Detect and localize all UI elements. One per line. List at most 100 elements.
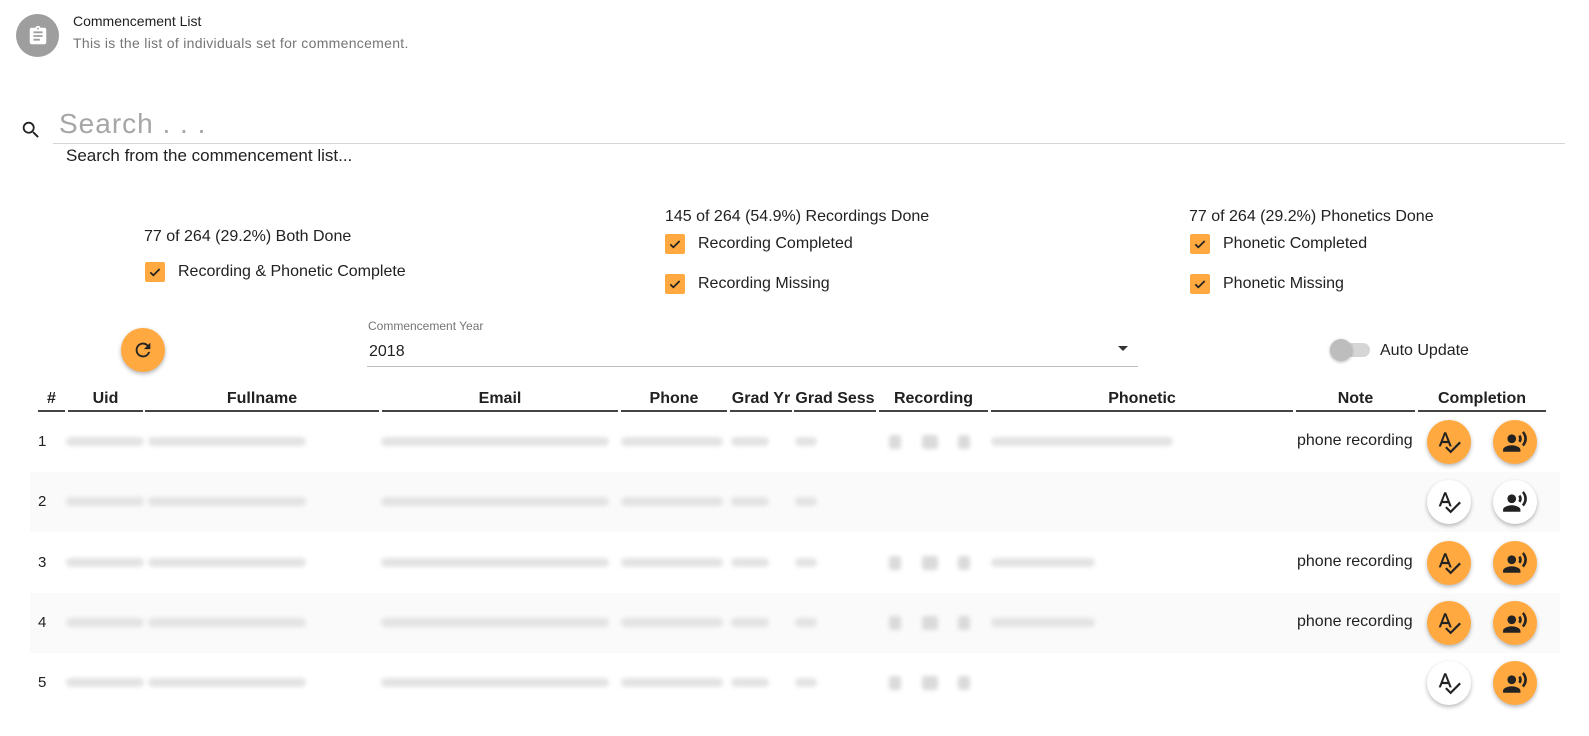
- filter-phonetic-completed[interactable]: Phonetic Completed: [1190, 234, 1367, 254]
- column-header-grad-sess: Grad Sess: [795, 390, 875, 407]
- spellcheck-icon: [1438, 553, 1461, 575]
- recording-control-icon[interactable]: [922, 556, 938, 570]
- redacted-cell: [795, 618, 817, 627]
- row-number: 4: [38, 614, 47, 631]
- filter-recording-phonetic-complete[interactable]: Recording & Phonetic Complete: [145, 262, 406, 282]
- redacted-cell: [621, 678, 723, 687]
- redacted-cell: [795, 497, 817, 506]
- redacted-cell: [731, 497, 769, 506]
- checkbox-checked-icon[interactable]: [1190, 274, 1210, 294]
- recording-control-icon[interactable]: [889, 616, 901, 630]
- phonetic-completion-button[interactable]: [1427, 541, 1471, 585]
- search-icon: [22, 121, 39, 138]
- redacted-cell: [381, 437, 609, 446]
- auto-update-toggle-thumb[interactable]: [1330, 339, 1352, 361]
- checkbox-checked-icon[interactable]: [665, 274, 685, 294]
- column-header-email: Email: [478, 390, 522, 407]
- filter-recording-missing[interactable]: Recording Missing: [665, 274, 830, 294]
- row-note: phone recording: [1297, 432, 1413, 449]
- recording-control-icon[interactable]: [889, 676, 901, 690]
- redacted-cell: [148, 497, 306, 506]
- recording-completion-button[interactable]: [1493, 480, 1537, 524]
- redacted-cell: [381, 618, 609, 627]
- redacted-cell: [621, 558, 723, 567]
- phonetic-completion-button[interactable]: [1427, 420, 1471, 464]
- record-voice-icon: [1503, 552, 1527, 573]
- recording-control-icon[interactable]: [922, 616, 938, 630]
- refresh-icon: [135, 342, 151, 358]
- redacted-cell: [795, 437, 817, 446]
- filter-label: Phonetic Completed: [1223, 235, 1368, 252]
- record-voice-icon: [1503, 612, 1527, 633]
- recording-completion-button[interactable]: [1493, 541, 1537, 585]
- redacted-cell: [66, 558, 144, 567]
- redacted-cell: [795, 558, 817, 567]
- recording-control-icon[interactable]: [958, 616, 970, 630]
- redacted-cell: [731, 437, 769, 446]
- both-done-stat: 77 of 264 (29.2%) Both Done: [144, 228, 352, 245]
- checkbox-checked-icon[interactable]: [665, 234, 685, 254]
- redacted-cell: [66, 678, 144, 687]
- phonetic-redacted: [991, 437, 1173, 446]
- spellcheck-icon: [1438, 613, 1461, 635]
- refresh-button[interactable]: [121, 328, 165, 372]
- spellcheck-icon: [1438, 492, 1461, 514]
- filter-label: Phonetic Missing: [1223, 275, 1344, 292]
- record-voice-icon: [1503, 431, 1527, 452]
- redacted-cell: [148, 437, 306, 446]
- year-select[interactable]: 2018: [369, 343, 405, 361]
- redacted-cell: [66, 497, 144, 506]
- phonetic-completion-button[interactable]: [1427, 661, 1471, 705]
- redacted-cell: [731, 618, 769, 627]
- redacted-cell: [381, 558, 609, 567]
- redacted-cell: [621, 437, 723, 446]
- redacted-cell: [381, 497, 609, 506]
- year-select-underline: [367, 366, 1138, 367]
- filter-label: Recording Missing: [698, 275, 830, 292]
- recording-completion-button[interactable]: [1493, 601, 1537, 645]
- recording-control-icon[interactable]: [922, 435, 938, 449]
- recording-control-icon[interactable]: [958, 556, 970, 570]
- column-header-grad-yr: Grad Yr: [731, 390, 791, 407]
- column-header-fullname: Fullname: [226, 390, 298, 407]
- column-header-num: #: [47, 390, 56, 407]
- phonetic-redacted: [991, 558, 1095, 567]
- filter-phonetic-missing[interactable]: Phonetic Missing: [1190, 274, 1344, 294]
- redacted-cell: [66, 437, 144, 446]
- auto-update-label: Auto Update: [1380, 342, 1469, 359]
- column-header-completion: Completion: [1438, 390, 1526, 407]
- row-number: 3: [38, 554, 47, 571]
- filter-label: Recording Completed: [698, 235, 853, 252]
- checkbox-checked-icon[interactable]: [145, 262, 165, 282]
- dropdown-arrow-icon[interactable]: [1118, 346, 1128, 351]
- recording-control-icon[interactable]: [889, 435, 901, 449]
- recording-completion-button[interactable]: [1493, 661, 1537, 705]
- record-voice-icon: [1503, 672, 1527, 693]
- clipboard-icon: [29, 25, 46, 44]
- search-hint: Search from the commencement list...: [66, 146, 353, 165]
- column-header-phonetic: Phonetic: [1108, 390, 1176, 407]
- redacted-cell: [731, 678, 769, 687]
- redacted-cell: [381, 678, 609, 687]
- record-voice-icon: [1503, 491, 1527, 512]
- recordings-done-stat: 145 of 264 (54.9%) Recordings Done: [665, 208, 930, 225]
- checkbox-checked-icon[interactable]: [1190, 234, 1210, 254]
- phonetic-completion-button[interactable]: [1427, 480, 1471, 524]
- recording-control-icon[interactable]: [958, 435, 970, 449]
- page-subtitle: This is the list of individuals set for …: [73, 35, 409, 51]
- row-note: phone recording: [1297, 613, 1413, 630]
- phonetic-completion-button[interactable]: [1427, 601, 1471, 645]
- redacted-cell: [621, 497, 723, 506]
- recording-control-icon[interactable]: [958, 676, 970, 690]
- redacted-cell: [148, 558, 306, 567]
- search-input[interactable]: [53, 104, 1565, 144]
- recording-control-icon[interactable]: [889, 556, 901, 570]
- filter-recording-completed[interactable]: Recording Completed: [665, 234, 853, 254]
- recording-completion-button[interactable]: [1493, 420, 1537, 464]
- redacted-cell: [731, 558, 769, 567]
- redacted-cell: [621, 618, 723, 627]
- recording-control-icon[interactable]: [922, 676, 938, 690]
- redacted-cell: [66, 618, 144, 627]
- column-header-note: Note: [1337, 390, 1374, 407]
- phonetics-done-stat: 77 of 264 (29.2%) Phonetics Done: [1189, 208, 1434, 225]
